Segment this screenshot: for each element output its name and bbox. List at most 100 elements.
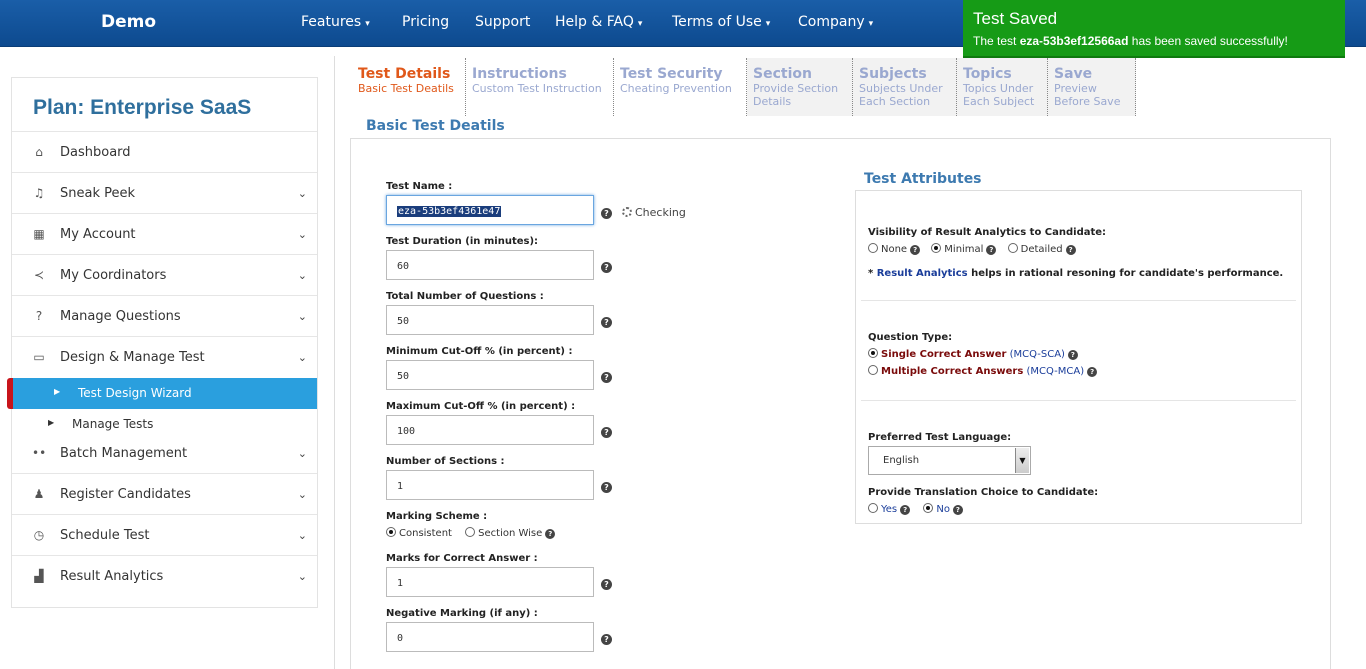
help-icon[interactable]: ? — [601, 427, 612, 438]
help-icon[interactable]: ? — [601, 208, 612, 219]
help-icon[interactable]: ? — [1067, 350, 1078, 360]
book-icon: ▭ — [33, 350, 45, 364]
sidebar-item-register-candidates[interactable]: ♟ Register Candidates ⌄ — [12, 474, 317, 515]
help-icon[interactable]: ? — [601, 317, 612, 328]
help-icon[interactable]: ? — [910, 245, 921, 255]
test-name-input[interactable]: eza-53b3ef4361e47 — [386, 195, 594, 225]
sidebar-item-design-manage-test[interactable]: ▭ Design & Manage Test ⌄ — [12, 337, 317, 378]
total-questions-label: Total Number of Questions : — [386, 291, 544, 302]
help-icon[interactable]: ? — [986, 245, 997, 255]
batch-icon: •• — [32, 446, 47, 460]
help-icon[interactable]: ? — [900, 505, 911, 515]
clock-icon: ◷ — [33, 528, 45, 542]
help-icon[interactable]: ? — [601, 372, 612, 383]
user-icon: ♟ — [33, 487, 45, 501]
tab-subjects[interactable]: Subjects Subjects Under Each Section — [853, 58, 957, 116]
chevron-down-icon: ⌄ — [297, 310, 307, 323]
caret-down-icon: ▾ — [365, 19, 370, 29]
tab-test-details[interactable]: Test Details Basic Test Deatils — [352, 58, 466, 116]
max-cutoff-label: Maximum Cut-Off % (in percent) : — [386, 401, 576, 412]
save-toast[interactable]: Test Saved The test eza-53b3ef12566ad ha… — [963, 0, 1345, 58]
chevron-down-icon: ⌄ — [297, 187, 307, 200]
help-icon[interactable]: ? — [601, 482, 612, 493]
radio-vis-detailed[interactable] — [1007, 243, 1018, 253]
marking-scheme-options: Consistent Section Wise? — [386, 527, 556, 539]
radio-translation-yes[interactable] — [868, 503, 878, 513]
radio-translation-no[interactable] — [923, 503, 934, 513]
duration-input[interactable]: 60 — [386, 250, 594, 280]
toast-message: The test eza-53b3ef12566ad has been save… — [973, 34, 1288, 48]
wizard-tabs: Test Details Basic Test Deatils Instructi… — [352, 58, 1136, 116]
max-cutoff-input[interactable]: 100 — [386, 415, 594, 445]
sidebar-item-sneak-peek[interactable]: ♫ Sneak Peek ⌄ — [12, 173, 317, 214]
nav-features[interactable]: Features ▾ — [301, 14, 370, 30]
attributes-title: Test Attributes — [864, 171, 982, 187]
tab-test-security[interactable]: Test Security Cheating Prevention — [614, 58, 747, 116]
help-icon[interactable]: ? — [952, 505, 963, 515]
sidebar-item-manage-questions[interactable]: ? Manage Questions ⌄ — [12, 296, 317, 337]
language-select[interactable]: English ▼ — [868, 446, 1031, 475]
sidebar-item-result-analytics[interactable]: ▟ Result Analytics ⌄ — [12, 556, 317, 597]
result-analytics-link[interactable]: Result Analytics — [877, 268, 968, 279]
radio-consistent[interactable] — [386, 527, 396, 537]
section-title: Basic Test Deatils — [366, 118, 505, 134]
tab-section[interactable]: Section Provide Section Details — [747, 58, 853, 116]
qtype-single-option: Single Correct Answer (MCQ-SCA)? — [868, 348, 1078, 360]
min-cutoff-input[interactable]: 50 — [386, 360, 594, 390]
grid-icon: ▦ — [33, 227, 45, 241]
tab-topics[interactable]: Topics Topics Under Each Subject — [957, 58, 1048, 116]
sidebar-item-batch-management[interactable]: •• Batch Management ⌄ — [12, 440, 317, 474]
nav-terms[interactable]: Terms of Use ▾ — [672, 14, 770, 30]
chevron-down-icon: ⌄ — [297, 447, 307, 460]
total-questions-input[interactable]: 50 — [386, 305, 594, 335]
tab-save[interactable]: Save Preview Before Save — [1048, 58, 1136, 116]
radio-section-wise[interactable] — [465, 527, 476, 537]
radio-single-correct[interactable] — [868, 348, 878, 358]
sidebar-item-my-account[interactable]: ▦ My Account ⌄ — [12, 214, 317, 255]
sidebar-item-my-coordinators[interactable]: ≺ My Coordinators ⌄ — [12, 255, 317, 296]
analytics-note: * Result Analytics helps in rational res… — [868, 268, 1284, 279]
chevron-down-icon: ⌄ — [297, 269, 307, 282]
nav-help-faq[interactable]: Help & FAQ ▾ — [555, 14, 642, 30]
sidebar-item-schedule-test[interactable]: ◷ Schedule Test ⌄ — [12, 515, 317, 556]
chevron-down-icon: ⌄ — [297, 529, 307, 542]
question-type-label: Question Type: — [868, 332, 953, 343]
negative-marking-input[interactable]: 0 — [386, 622, 594, 652]
chevron-down-icon: ⌄ — [297, 228, 307, 241]
triangle-right-icon: ▶ — [54, 387, 61, 396]
checking-status: Checking — [622, 206, 686, 219]
nav-company[interactable]: Company ▾ — [798, 14, 873, 30]
help-icon[interactable]: ? — [1087, 367, 1098, 377]
visibility-label: Visibility of Result Analytics to Candid… — [868, 227, 1107, 238]
sidebar: Plan: Enterprise SaaS ⌂ Dashboard ♫ Snea… — [7, 77, 318, 608]
sidebar-item-dashboard[interactable]: ⌂ Dashboard — [12, 132, 317, 173]
marking-scheme-label: Marking Scheme : — [386, 511, 488, 522]
help-icon[interactable]: ? — [1065, 245, 1076, 255]
chevron-down-icon: ⌄ — [297, 570, 307, 583]
visibility-options: None? Minimal? Detailed? — [868, 243, 1076, 255]
help-icon[interactable]: ? — [601, 579, 612, 590]
help-icon[interactable]: ? — [601, 262, 612, 273]
toast-title: Test Saved — [973, 9, 1058, 28]
nav-support[interactable]: Support — [475, 14, 530, 30]
translation-label: Provide Translation Choice to Candidate: — [868, 487, 1099, 498]
home-icon: ⌂ — [35, 145, 43, 159]
triangle-right-icon: ▶ — [48, 418, 55, 427]
radio-vis-minimal[interactable] — [931, 243, 942, 253]
brand-logo[interactable]: Demo — [101, 12, 156, 32]
sections-input[interactable]: 1 — [386, 470, 594, 500]
sidebar-subitem-test-design-wizard[interactable]: ▶ Test Design Wizard — [7, 378, 317, 409]
dropdown-arrow-icon: ▼ — [1015, 448, 1029, 473]
sections-label: Number of Sections : — [386, 456, 505, 467]
correct-marks-label: Marks for Correct Answer : — [386, 553, 538, 564]
plan-title: Plan: Enterprise SaaS — [12, 78, 317, 132]
help-icon[interactable]: ? — [545, 529, 556, 539]
radio-vis-none[interactable] — [868, 243, 878, 253]
help-icon[interactable]: ? — [601, 634, 612, 645]
radio-multiple-correct[interactable] — [868, 365, 878, 375]
nav-pricing[interactable]: Pricing — [402, 14, 449, 30]
qtype-multi-option: Multiple Correct Answers (MCQ-MCA)? — [868, 365, 1098, 377]
sidebar-subitem-manage-tests[interactable]: ▶ Manage Tests — [12, 409, 317, 440]
correct-marks-input[interactable]: 1 — [386, 567, 594, 597]
tab-instructions[interactable]: Instructions Custom Test Instruction — [466, 58, 614, 116]
